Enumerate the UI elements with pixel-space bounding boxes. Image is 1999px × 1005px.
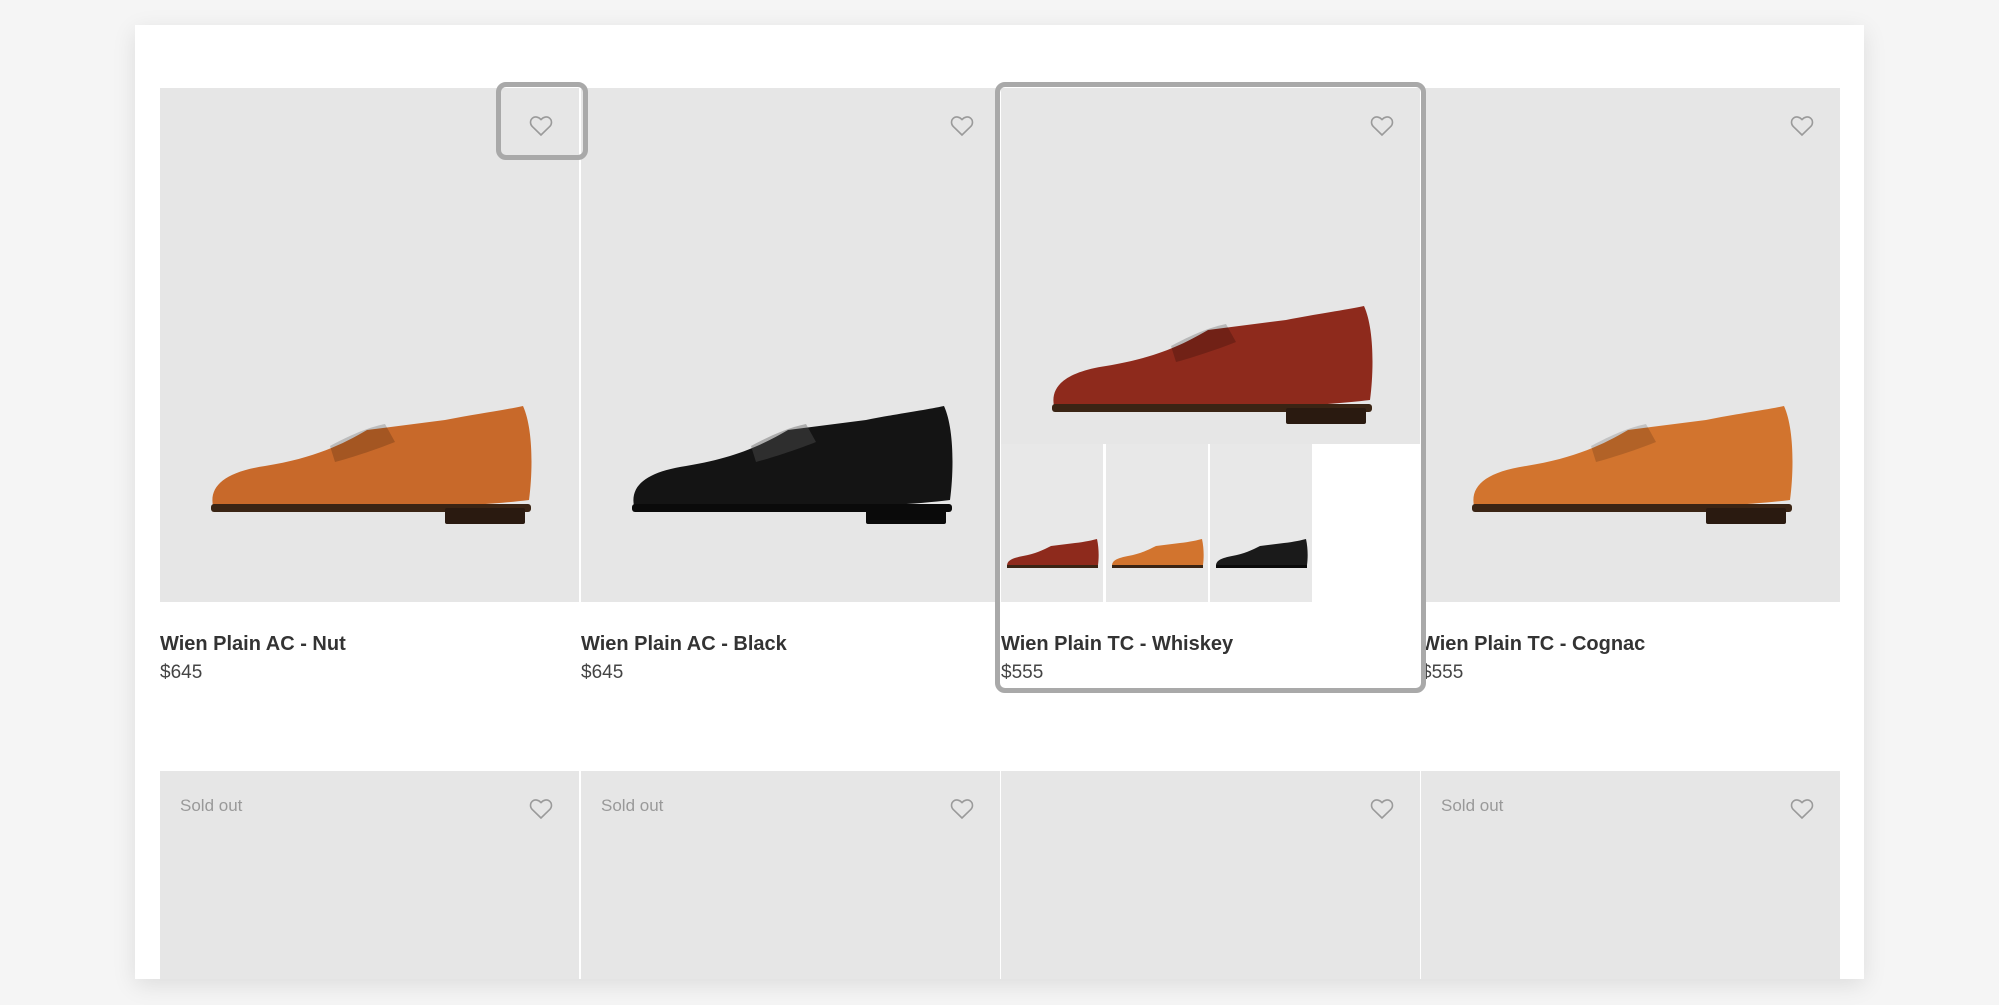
- product-image-area[interactable]: Sold out: [160, 771, 579, 979]
- product-price: $645: [160, 662, 203, 683]
- product-price: $555: [1421, 662, 1464, 683]
- product-name[interactable]: Wien Plain AC - Black: [581, 633, 787, 656]
- sold-out-badge: Sold out: [601, 796, 664, 815]
- product-card[interactable]: Wien Plain AC - Nut $645: [160, 88, 579, 688]
- product-name[interactable]: Wien Plain AC - Nut: [160, 633, 346, 656]
- product-name[interactable]: Wien Plain TC - Cognac: [1421, 633, 1645, 656]
- product-image-area[interactable]: Sold out: [581, 771, 1000, 979]
- product-card[interactable]: [1001, 771, 1420, 979]
- heart-icon[interactable]: [948, 795, 976, 823]
- shoe-image: [1472, 406, 1793, 524]
- heart-icon[interactable]: [948, 112, 976, 140]
- product-card[interactable]: Sold out: [581, 771, 1000, 979]
- focus-ring-wishlist: [496, 82, 588, 160]
- sold-out-badge: Sold out: [180, 796, 243, 815]
- heart-icon[interactable]: [527, 795, 555, 823]
- shoe-image: [632, 406, 953, 524]
- product-card[interactable]: Wien Plain TC - Cognac $555: [1421, 88, 1840, 688]
- product-card[interactable]: Sold out: [1421, 771, 1840, 979]
- product-card[interactable]: Sold out: [160, 771, 579, 979]
- product-image-area[interactable]: [160, 88, 579, 602]
- product-grid-panel: Wien Plain AC - Nut $645 Wien Plain AC -…: [135, 25, 1864, 979]
- product-card[interactable]: Wien Plain AC - Black $645: [581, 88, 1000, 688]
- product-price: $645: [581, 662, 624, 683]
- heart-icon[interactable]: [1788, 112, 1816, 140]
- product-image-area[interactable]: [1001, 771, 1420, 979]
- product-image-area[interactable]: [1421, 88, 1840, 602]
- heart-icon[interactable]: [1368, 795, 1396, 823]
- heart-icon[interactable]: [1788, 795, 1816, 823]
- product-image-area[interactable]: [581, 88, 1000, 602]
- focus-ring-card: [995, 82, 1426, 693]
- sold-out-badge: Sold out: [1441, 796, 1504, 815]
- product-image-area[interactable]: Sold out: [1421, 771, 1840, 979]
- shoe-image: [211, 406, 532, 524]
